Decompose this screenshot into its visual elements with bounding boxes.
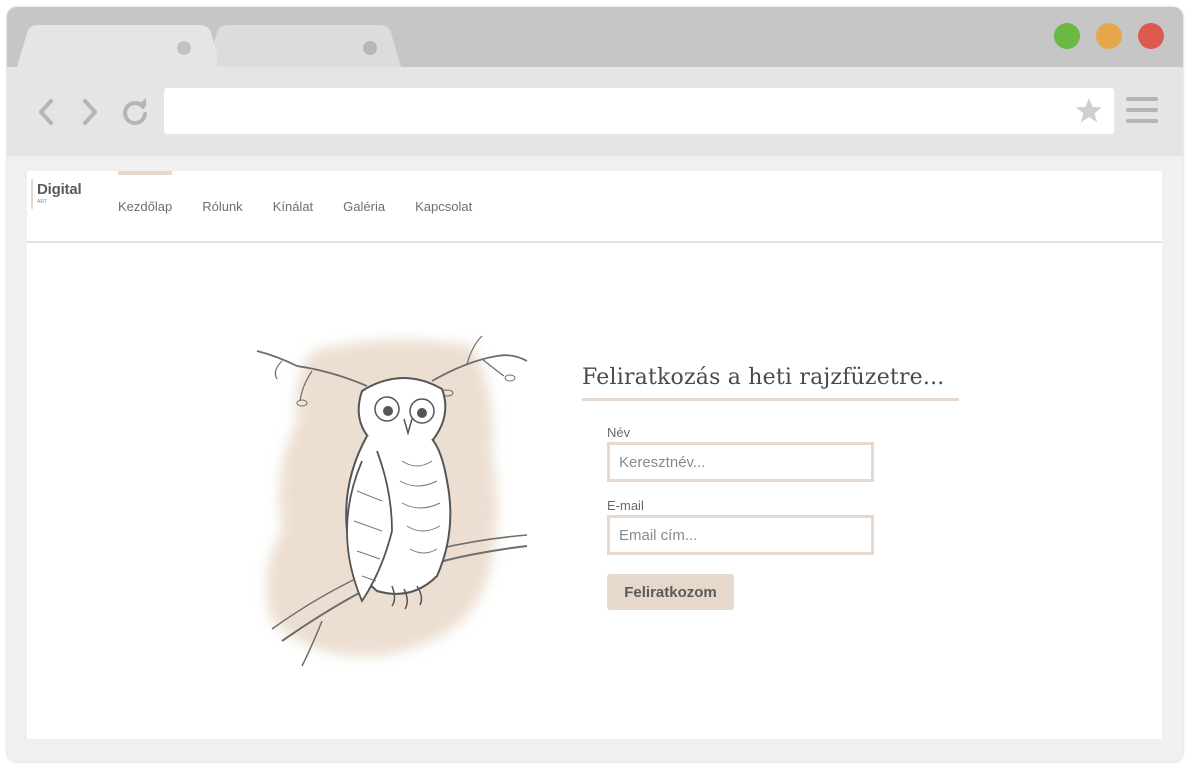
tab-close-dot[interactable] — [177, 41, 191, 55]
nav-item-galeria[interactable]: Galéria — [343, 171, 385, 243]
logo-subtext: ART — [37, 199, 47, 205]
chevron-right-icon[interactable] — [73, 95, 107, 129]
subscribe-button[interactable]: Feliratkozom — [607, 574, 734, 610]
tab-bar — [7, 7, 1183, 67]
window-minimize-button[interactable] — [1096, 23, 1122, 49]
browser-tab-2[interactable] — [207, 25, 407, 67]
chevron-left-icon[interactable] — [29, 95, 63, 129]
tab-shape — [207, 25, 401, 67]
web-page: Digital ART Kezdőlap Rólunk Kínálat Galé… — [27, 171, 1162, 739]
tab-close-dot[interactable] — [363, 41, 377, 55]
main-nav: Kezdőlap Rólunk Kínálat Galéria Kapcsola… — [118, 171, 502, 243]
window-close-button[interactable] — [1138, 23, 1164, 49]
browser-toolbar — [7, 67, 1183, 156]
nav-item-kinalat[interactable]: Kínálat — [273, 171, 313, 243]
nav-item-kezdolap[interactable]: Kezdőlap — [118, 171, 173, 243]
owl-illustration — [242, 331, 542, 671]
logo-text: Digital — [37, 181, 82, 198]
window-maximize-button[interactable] — [1054, 23, 1080, 49]
browser-window: Digital ART Kezdőlap Rólunk Kínálat Galé… — [7, 7, 1183, 762]
site-logo[interactable]: Digital ART — [31, 179, 87, 209]
signup-title: Feliratkozás a heti rajzfüzetre... — [582, 365, 959, 401]
hamburger-menu-icon[interactable] — [1126, 97, 1158, 127]
email-label: E-mail — [607, 498, 644, 513]
address-bar[interactable] — [164, 88, 1114, 134]
signup-form: Feliratkozás a heti rajzfüzetre... Név E… — [582, 365, 962, 610]
email-field-group: E-mail — [607, 498, 962, 555]
email-input[interactable] — [607, 515, 874, 555]
star-icon[interactable] — [1074, 96, 1104, 126]
name-field-group: Név — [607, 425, 962, 482]
site-header: Digital ART Kezdőlap Rólunk Kínálat Galé… — [27, 171, 1162, 243]
nav-item-rolunk[interactable]: Rólunk — [202, 171, 242, 243]
browser-tab-1[interactable] — [17, 25, 217, 67]
name-input[interactable] — [607, 442, 874, 482]
reload-icon[interactable] — [118, 95, 152, 129]
name-label: Név — [607, 425, 631, 440]
nav-item-kapcsolat[interactable]: Kapcsolat — [415, 171, 472, 243]
